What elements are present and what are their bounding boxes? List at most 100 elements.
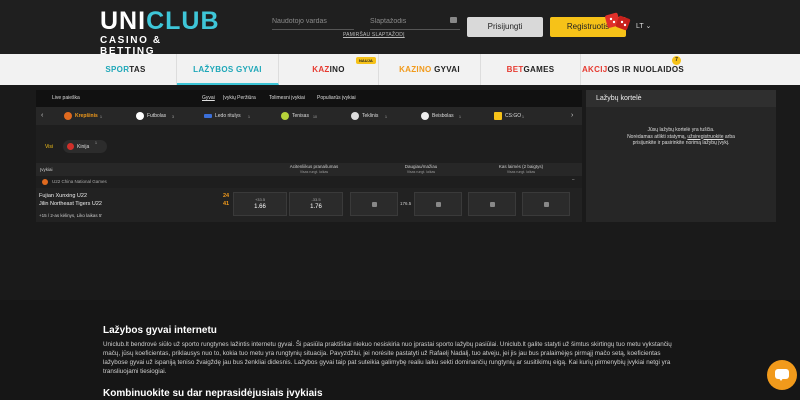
filter-country-count: 1 xyxy=(95,141,97,145)
nav-kazino-rest: INO xyxy=(329,65,345,74)
nav-akcijos-rest: OS IR NUOLAIDOS xyxy=(607,65,685,74)
total-line: 176.5 xyxy=(400,201,412,206)
sport-csgo[interactable]: CS:GO 1 xyxy=(494,107,524,125)
filter-country-pill[interactable]: Kinija 1 xyxy=(63,140,107,153)
uniclub-logo[interactable]: UNICLUB CASINO & BETTING xyxy=(100,7,218,57)
tab-live-search[interactable]: Live paieška xyxy=(52,95,80,101)
sport-ledo-ritulys[interactable]: Ledo ritulys 1 xyxy=(204,107,250,125)
username-input[interactable] xyxy=(272,14,354,30)
promo-count-badge: 7 xyxy=(672,56,681,65)
bet-slip: Lažybų kortelė Jūsų lažybų kortelė yra t… xyxy=(586,90,776,222)
sport-label: Ledo ritulys xyxy=(215,113,241,119)
keyboard-icon[interactable] xyxy=(450,17,457,23)
info-body: Uniclub.lt bendrovė siūlo už sporto rung… xyxy=(103,341,672,375)
team1-score: 24 xyxy=(223,193,230,199)
table-tennis-icon xyxy=(351,111,359,120)
filter-country-label: Kinija xyxy=(77,144,90,150)
league-row[interactable]: U22 China National Games – xyxy=(36,177,582,187)
chat-button[interactable] xyxy=(767,360,797,390)
register-link[interactable]: užsiregistruokite xyxy=(687,134,723,140)
team1-name: Fujian Xunxing U22 xyxy=(39,193,88,199)
nav-lazybos-label: LAŽYBOS GYVAI xyxy=(193,65,262,74)
login-button[interactable]: Prisijungti xyxy=(467,17,543,37)
league-name: U22 China National Games xyxy=(52,179,107,184)
table-header: Įvykiai Acitenliikus pranašumas Visas ru… xyxy=(36,163,582,176)
col-winner: Kas laimės (2 baigtys) xyxy=(498,164,544,169)
sports-bar: ‹ Krepšinis 1 Futbolas 3 Ledo ritulys 1 Ten… xyxy=(36,107,582,125)
sport-count: 1 xyxy=(522,115,524,119)
password-input[interactable] xyxy=(370,14,460,30)
match-status: +15 / 2-as kėlinys, Liko laikas 5' xyxy=(39,213,103,218)
nav-sportas[interactable]: SPORTAS xyxy=(75,54,177,85)
locked-odd-winner2 xyxy=(522,192,570,216)
nav-sportas-pre: SPOR xyxy=(105,65,130,74)
nav-lazybos-gyvai[interactable]: LAŽYBOS GYVAI xyxy=(177,54,279,85)
sport-beisbolas[interactable]: Beisbolas 1 xyxy=(421,107,461,125)
lock-icon xyxy=(372,202,377,207)
info-subtitle: Kombinuokite su dar neprasidėjusiais įvy… xyxy=(103,388,323,399)
sport-futbolas[interactable]: Futbolas 3 xyxy=(136,107,174,125)
dice-icon xyxy=(605,12,631,31)
chevron-right-icon[interactable]: › xyxy=(571,107,573,125)
tab-tolimesni[interactable]: Tolimesni įvykiai xyxy=(269,95,305,101)
odd-line: -33.5 xyxy=(311,197,321,202)
bet-slip-line2: Norėdamas atlikti statymą, xyxy=(627,133,686,140)
sport-tenisas[interactable]: Tenisas 10 xyxy=(281,107,317,125)
sport-label: Futbolas xyxy=(147,113,167,119)
odd-handicap-home[interactable]: +33.5 1.66 xyxy=(233,192,287,216)
team2-score: 41 xyxy=(223,201,230,207)
nav-kazino-gyvai-rest: GYVAI xyxy=(431,65,460,74)
lock-icon xyxy=(490,202,495,207)
col-totals: Daugiau/mažiau xyxy=(404,164,438,169)
sport-label: Tenisas xyxy=(292,113,309,119)
odd-value: 1.76 xyxy=(310,204,322,210)
live-tabs: Live paieška Gyvai Įvykių Peržiūra Tolim… xyxy=(36,90,582,107)
odd-value: 1.66 xyxy=(254,204,266,210)
main-nav: SPORTAS LAŽYBOS GYVAI KAZINO NAUJA KAZIN… xyxy=(0,54,800,85)
locked-odd-under xyxy=(414,192,462,216)
sport-label: Beisbolas xyxy=(432,113,454,119)
basketball-icon xyxy=(42,179,48,185)
language-selector[interactable]: LT ⌄ xyxy=(636,22,651,30)
top-header: UNICLUB CASINO & BETTING PAMIRŠAU SLAPTA… xyxy=(0,0,800,57)
col-events: Įvykiai xyxy=(40,167,53,172)
nav-kazino-gyvai[interactable]: KAZINO GYVAI xyxy=(379,54,481,85)
sport-label: CS:GO xyxy=(505,113,522,119)
team2-name: Jilin Northeast Tigers U22 xyxy=(39,201,102,207)
sport-krepsinis[interactable]: Krepšinis 1 xyxy=(64,107,102,125)
sport-count: 10 xyxy=(313,115,317,119)
locked-odd-over xyxy=(350,192,398,216)
language-label: LT xyxy=(636,23,644,30)
odd-handicap-away[interactable]: -33.5 1.76 xyxy=(289,192,343,216)
sport-count: 3 xyxy=(172,115,174,119)
baseball-icon xyxy=(421,111,429,120)
match-row[interactable]: Fujian Xunxing U22 Jilin Northeast Tiger… xyxy=(36,188,582,222)
bet-slip-title: Lažybų kortelė xyxy=(586,90,776,107)
nav-akcijos-pre: AKCIJ xyxy=(581,65,608,74)
bet-slip-message: Jūsų lažybų kortelė yra tuščia. Norėdama… xyxy=(606,127,756,147)
sport-label: Teklinis xyxy=(362,113,379,119)
sport-teklinis[interactable]: Teklinis 1 xyxy=(351,107,387,125)
sport-count: 1 xyxy=(459,115,461,119)
tab-populiarus[interactable]: Populiarūs įvykiai xyxy=(317,95,356,101)
filter-all[interactable]: Visi xyxy=(45,144,53,150)
col-handicap-sub: Visas rungt. laikas xyxy=(299,170,329,174)
nav-betgames[interactable]: BETGAMES xyxy=(481,54,581,85)
nav-betgames-pre: BET xyxy=(506,65,524,74)
bet-slip-line3: prisijunkite ir pasirinkite norimą lažyb… xyxy=(632,140,730,146)
hockey-icon xyxy=(204,113,212,118)
collapse-icon[interactable]: – xyxy=(572,177,575,182)
nav-akcijos[interactable]: AKCIJOS IR NUOLAIDOS xyxy=(581,54,685,85)
info-section: Lažybos gyvai internetu Uniclub.lt bendr… xyxy=(0,300,800,400)
logo-part1: UNI xyxy=(100,7,147,35)
tennis-icon xyxy=(281,111,289,120)
nav-betgames-rest: GAMES xyxy=(523,65,555,74)
tab-perziura[interactable]: Įvykių Peržiūra xyxy=(223,95,256,101)
col-handicap: Acitenliikus pranašumas xyxy=(289,164,339,169)
forgot-password-link[interactable]: PAMIRŠAU SLAPTAŽODĮ xyxy=(343,32,405,38)
chevron-left-icon[interactable]: ‹ xyxy=(41,107,43,125)
nav-kazino-gyvai-pre: KAZINO xyxy=(399,65,432,74)
bet-slip-or: arba xyxy=(724,133,735,140)
tab-gyvai[interactable]: Gyvai xyxy=(202,95,215,101)
lock-icon xyxy=(544,202,549,207)
